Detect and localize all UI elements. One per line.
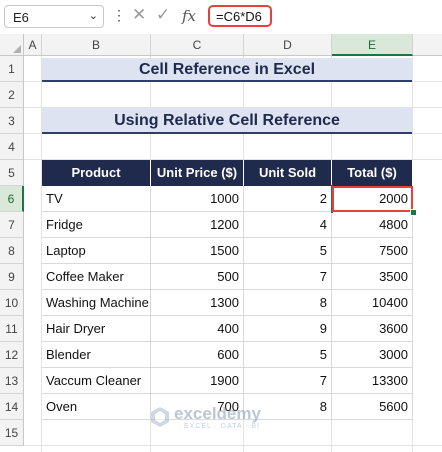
formula-bar: E6 ⌄ ⋮ ✕ ✓ fx =C6*D6 [0, 0, 442, 35]
chevron-down-icon[interactable]: ⌄ [89, 9, 98, 22]
row-header-15[interactable]: 15 [0, 420, 24, 446]
cell-unit-sold[interactable]: 8 [244, 290, 332, 316]
cell-unit-price[interactable]: 600 [151, 342, 244, 368]
row-header-7[interactable]: 7 [0, 212, 24, 238]
row-header-10[interactable]: 10 [0, 290, 24, 316]
formula-input-area[interactable] [276, 5, 436, 27]
insert-function-fx-icon[interactable]: fx [182, 7, 196, 25]
cell-unit-sold[interactable]: 4 [244, 212, 332, 238]
fill-handle[interactable] [410, 209, 417, 216]
cell-total[interactable]: 5600 [332, 394, 413, 420]
header-unit-price: Unit Price ($) [151, 160, 244, 186]
formula-input[interactable]: =C6*D6 [208, 5, 272, 27]
row-header-2[interactable]: 2 [0, 82, 24, 108]
cell-total[interactable]: 7500 [332, 238, 413, 264]
cell-total[interactable]: 4800 [332, 212, 413, 238]
cell-unit-sold[interactable]: 5 [244, 238, 332, 264]
name-box-value: E6 [13, 10, 29, 25]
vertical-ellipsis-icon[interactable]: ⋮ [112, 7, 126, 24]
cell-total[interactable]: 13300 [332, 368, 413, 394]
active-cell-e6[interactable] [332, 186, 413, 212]
header-unit-sold: Unit Sold [244, 160, 332, 186]
row-header-8[interactable]: 8 [0, 238, 24, 264]
watermark-tagline: EXCEL · DATA · BI [184, 423, 260, 430]
row-header-3[interactable]: 3 [0, 108, 24, 134]
cell-total[interactable]: 10400 [332, 290, 413, 316]
cell-unit-sold[interactable]: 7 [244, 264, 332, 290]
row-header-5[interactable]: 5 [0, 160, 24, 186]
cell-product[interactable]: Washing Machine [42, 290, 151, 316]
column-header-e[interactable]: E [332, 34, 413, 56]
row-header-6[interactable]: 6 [0, 186, 24, 212]
cell-product[interactable]: Blender [42, 342, 151, 368]
select-all-button[interactable] [0, 34, 24, 56]
cell-unit-sold[interactable]: 5 [244, 342, 332, 368]
cell-product[interactable]: TV [42, 186, 151, 212]
name-box[interactable]: E6 ⌄ [4, 5, 104, 28]
enter-check-icon[interactable]: ✓ [156, 5, 170, 25]
column-header-b[interactable]: B [42, 34, 151, 56]
cell-total[interactable]: 3000 [332, 342, 413, 368]
cell-product[interactable]: Laptop [42, 238, 151, 264]
cell-total[interactable]: 3500 [332, 264, 413, 290]
row-header-4[interactable]: 4 [0, 134, 24, 160]
column-header-f[interactable] [413, 34, 442, 56]
header-product: Product [42, 160, 151, 186]
cell-unit-price[interactable]: 1300 [151, 290, 244, 316]
cell-unit-sold[interactable]: 7 [244, 368, 332, 394]
cell-unit-price[interactable]: 500 [151, 264, 244, 290]
cancel-x-icon[interactable]: ✕ [132, 5, 146, 25]
cell-unit-price[interactable]: 1200 [151, 212, 244, 238]
row-header-11[interactable]: 11 [0, 316, 24, 342]
column-header-d[interactable]: D [244, 34, 332, 56]
header-total: Total ($) [332, 160, 413, 186]
column-header-c[interactable]: C [151, 34, 244, 56]
main-title: Cell Reference in Excel [42, 58, 412, 82]
sub-title: Using Relative Cell Reference [42, 108, 412, 134]
cell-unit-price[interactable]: 1500 [151, 238, 244, 264]
cell-total[interactable]: 3600 [332, 316, 413, 342]
cell-unit-price[interactable]: 1900 [151, 368, 244, 394]
formula-text: =C6*D6 [216, 9, 262, 24]
row-header-13[interactable]: 13 [0, 368, 24, 394]
row-header-1[interactable]: 1 [0, 56, 24, 82]
cell-unit-price[interactable]: 400 [151, 316, 244, 342]
cell-product[interactable]: Hair Dryer [42, 316, 151, 342]
cell-product[interactable]: Vaccum Cleaner [42, 368, 151, 394]
cell-product[interactable]: Oven [42, 394, 151, 420]
cell-unit-sold[interactable]: 9 [244, 316, 332, 342]
row-header-9[interactable]: 9 [0, 264, 24, 290]
row-header-14[interactable]: 14 [0, 394, 24, 420]
column-header-a[interactable]: A [24, 34, 42, 56]
cell-product[interactable]: Fridge [42, 212, 151, 238]
exceldemy-logo-icon [151, 407, 169, 427]
cell-unit-sold[interactable]: 2 [244, 186, 332, 212]
exceldemy-watermark: exceldemy EXCEL · DATA · BI [150, 404, 300, 434]
cell-product[interactable]: Coffee Maker [42, 264, 151, 290]
row-header-12[interactable]: 12 [0, 342, 24, 368]
cell-unit-price[interactable]: 1000 [151, 186, 244, 212]
watermark-name: exceldemy [174, 404, 261, 423]
